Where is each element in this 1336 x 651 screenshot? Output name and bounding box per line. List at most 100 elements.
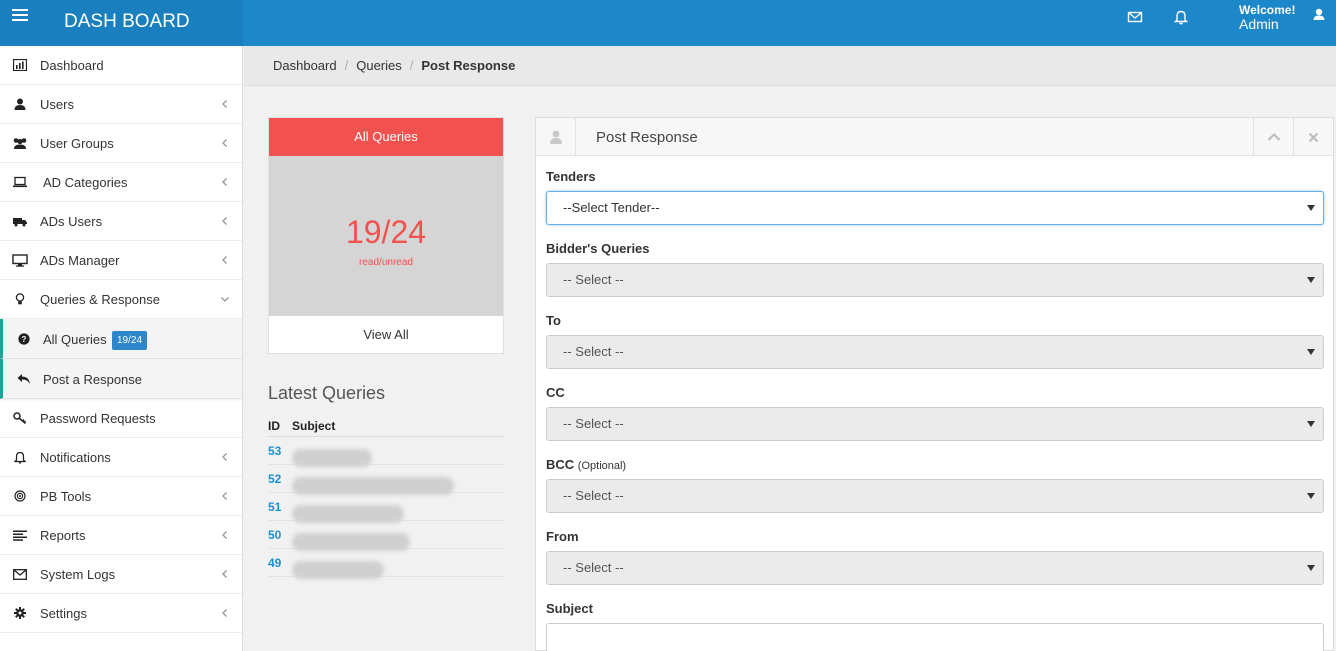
user-icon[interactable] bbox=[1310, 6, 1328, 24]
bell-icon[interactable] bbox=[1172, 8, 1190, 26]
cc-select[interactable]: -- Select -- bbox=[546, 407, 1324, 441]
select-value: -- Select -- bbox=[563, 488, 624, 503]
from-select[interactable]: -- Select -- bbox=[546, 551, 1324, 585]
bidders-queries-select[interactable]: -- Select -- bbox=[546, 263, 1324, 297]
sidebar-subitem-all-queries[interactable]: ? All Queries 19/24 bbox=[0, 319, 242, 359]
caret-down-icon bbox=[1307, 349, 1315, 355]
card-title: All Queries bbox=[269, 118, 503, 156]
breadcrumb: Dashboard / Queries / Post Response bbox=[273, 58, 515, 73]
chevron-left-icon bbox=[222, 178, 227, 186]
welcome-user[interactable]: Welcome! Admin bbox=[1239, 3, 1295, 31]
envelope-icon bbox=[12, 567, 28, 581]
sidebar-item-label: AD Categories bbox=[43, 174, 128, 190]
view-all-button[interactable]: View All bbox=[269, 316, 503, 354]
to-label: To bbox=[546, 313, 561, 328]
target-icon bbox=[12, 489, 28, 503]
caret-down-icon bbox=[1307, 277, 1315, 283]
sidebar-item-label: Reports bbox=[40, 527, 86, 543]
sidebar-item-label: PB Tools bbox=[40, 488, 92, 504]
sidebar-item-ads-manager[interactable]: ADs Manager bbox=[0, 241, 242, 280]
sidebar-item-pb-tools[interactable]: PB Tools bbox=[0, 477, 242, 516]
sidebar-item-ad-categories[interactable]: AD Categories bbox=[0, 163, 242, 202]
table-row[interactable]: 52 bbox=[268, 465, 504, 495]
select-value: -- Select -- bbox=[563, 344, 624, 359]
query-id[interactable]: 49 bbox=[268, 556, 292, 570]
bidders-queries-label: Bidder's Queries bbox=[546, 241, 650, 256]
chevron-left-icon bbox=[222, 217, 227, 225]
close-icon bbox=[1308, 132, 1319, 142]
chevron-left-icon bbox=[222, 531, 227, 539]
sidebar-item-label: Notifications bbox=[40, 449, 111, 465]
panel-title: Post Response bbox=[596, 129, 698, 146]
sidebar-subitem-post-response[interactable]: Post a Response bbox=[0, 359, 242, 399]
laptop-icon bbox=[12, 175, 28, 189]
tenders-select[interactable]: --Select Tender-- bbox=[546, 191, 1324, 225]
latest-queries-table: ID Subject 53 52 51 50 49 bbox=[268, 415, 504, 579]
queries-count: 19/24 bbox=[345, 214, 427, 250]
post-response-panel: Post Response Tenders --Select Tender-- … bbox=[535, 117, 1334, 651]
breadcrumb-queries[interactable]: Queries bbox=[356, 58, 402, 73]
sidebar-item-label: ADs Manager bbox=[40, 252, 120, 268]
table-row[interactable]: 51 bbox=[268, 493, 504, 523]
chevron-left-icon bbox=[222, 492, 227, 500]
breadcrumb-bar: Dashboard / Queries / Post Response bbox=[244, 46, 1336, 86]
queries-count-badge: 19/24 bbox=[112, 331, 148, 350]
card-body: 19/24 read/unread bbox=[269, 156, 503, 316]
sidebar-item-reports[interactable]: Reports bbox=[0, 516, 242, 555]
chevron-left-icon bbox=[222, 570, 227, 578]
table-row[interactable]: 50 bbox=[268, 521, 504, 551]
svg-text:?: ? bbox=[22, 335, 27, 344]
chevron-down-icon bbox=[221, 297, 229, 302]
query-id[interactable]: 52 bbox=[268, 472, 292, 486]
sidebar-item-ads-users[interactable]: ADs Users bbox=[0, 202, 242, 241]
monitor-icon bbox=[12, 253, 28, 267]
query-id[interactable]: 51 bbox=[268, 500, 292, 514]
caret-down-icon bbox=[1307, 421, 1315, 427]
bar-chart-icon bbox=[12, 58, 28, 72]
sidebar-item-users[interactable]: Users bbox=[0, 85, 242, 124]
sidebar-item-label: Password Requests bbox=[40, 410, 156, 426]
latest-queries-title: Latest Queries bbox=[268, 383, 386, 403]
sidebar-item-password-requests[interactable]: Password Requests bbox=[0, 399, 242, 438]
close-button[interactable] bbox=[1293, 118, 1333, 156]
sidebar-item-notifications[interactable]: Notifications bbox=[0, 438, 242, 477]
optional-hint: (Optional) bbox=[577, 460, 627, 472]
queries-caption: read/unread bbox=[359, 257, 413, 268]
caret-down-icon bbox=[1307, 205, 1315, 211]
subject-input[interactable] bbox=[546, 623, 1324, 651]
username: Admin bbox=[1239, 16, 1279, 32]
chevron-up-icon bbox=[1267, 132, 1280, 141]
bcc-label: BCC (Optional) bbox=[546, 457, 626, 472]
sidebar-item-dashboard[interactable]: Dashboard bbox=[0, 46, 242, 85]
tenders-label: Tenders bbox=[546, 169, 596, 184]
column-id: ID bbox=[268, 418, 280, 433]
main-content: All Queries 19/24 read/unread View All L… bbox=[244, 87, 1336, 651]
bcc-select[interactable]: -- Select -- bbox=[546, 479, 1324, 513]
chevron-left-icon bbox=[222, 609, 227, 617]
all-queries-card: All Queries 19/24 read/unread View All bbox=[268, 117, 504, 354]
user-icon bbox=[12, 97, 28, 111]
reply-icon bbox=[17, 372, 31, 386]
menu-toggle-icon[interactable] bbox=[12, 9, 28, 23]
envelope-icon[interactable] bbox=[1126, 8, 1144, 26]
sidebar-item-label: Queries & Response bbox=[40, 291, 160, 307]
query-id[interactable]: 50 bbox=[268, 528, 292, 542]
caret-down-icon bbox=[1307, 493, 1315, 499]
sidebar-item-label: Dashboard bbox=[40, 57, 104, 73]
chevron-left-icon bbox=[222, 100, 227, 108]
to-select[interactable]: -- Select -- bbox=[546, 335, 1324, 369]
gear-icon bbox=[12, 606, 28, 620]
table-row[interactable]: 49 bbox=[268, 549, 504, 579]
sidebar-item-user-groups[interactable]: User Groups bbox=[0, 124, 242, 163]
query-id[interactable]: 53 bbox=[268, 444, 292, 458]
sidebar-item-settings[interactable]: Settings bbox=[0, 594, 242, 633]
from-label: From bbox=[546, 529, 579, 544]
table-row[interactable]: 53 bbox=[268, 437, 504, 467]
user-icon bbox=[536, 118, 576, 156]
sidebar-item-label: Post a Response bbox=[43, 372, 143, 387]
chevron-left-icon bbox=[222, 139, 227, 147]
sidebar-item-queries-response[interactable]: Queries & Response bbox=[0, 280, 242, 319]
breadcrumb-dashboard[interactable]: Dashboard bbox=[273, 58, 337, 73]
sidebar-item-system-logs[interactable]: System Logs bbox=[0, 555, 242, 594]
collapse-button[interactable] bbox=[1253, 118, 1293, 156]
